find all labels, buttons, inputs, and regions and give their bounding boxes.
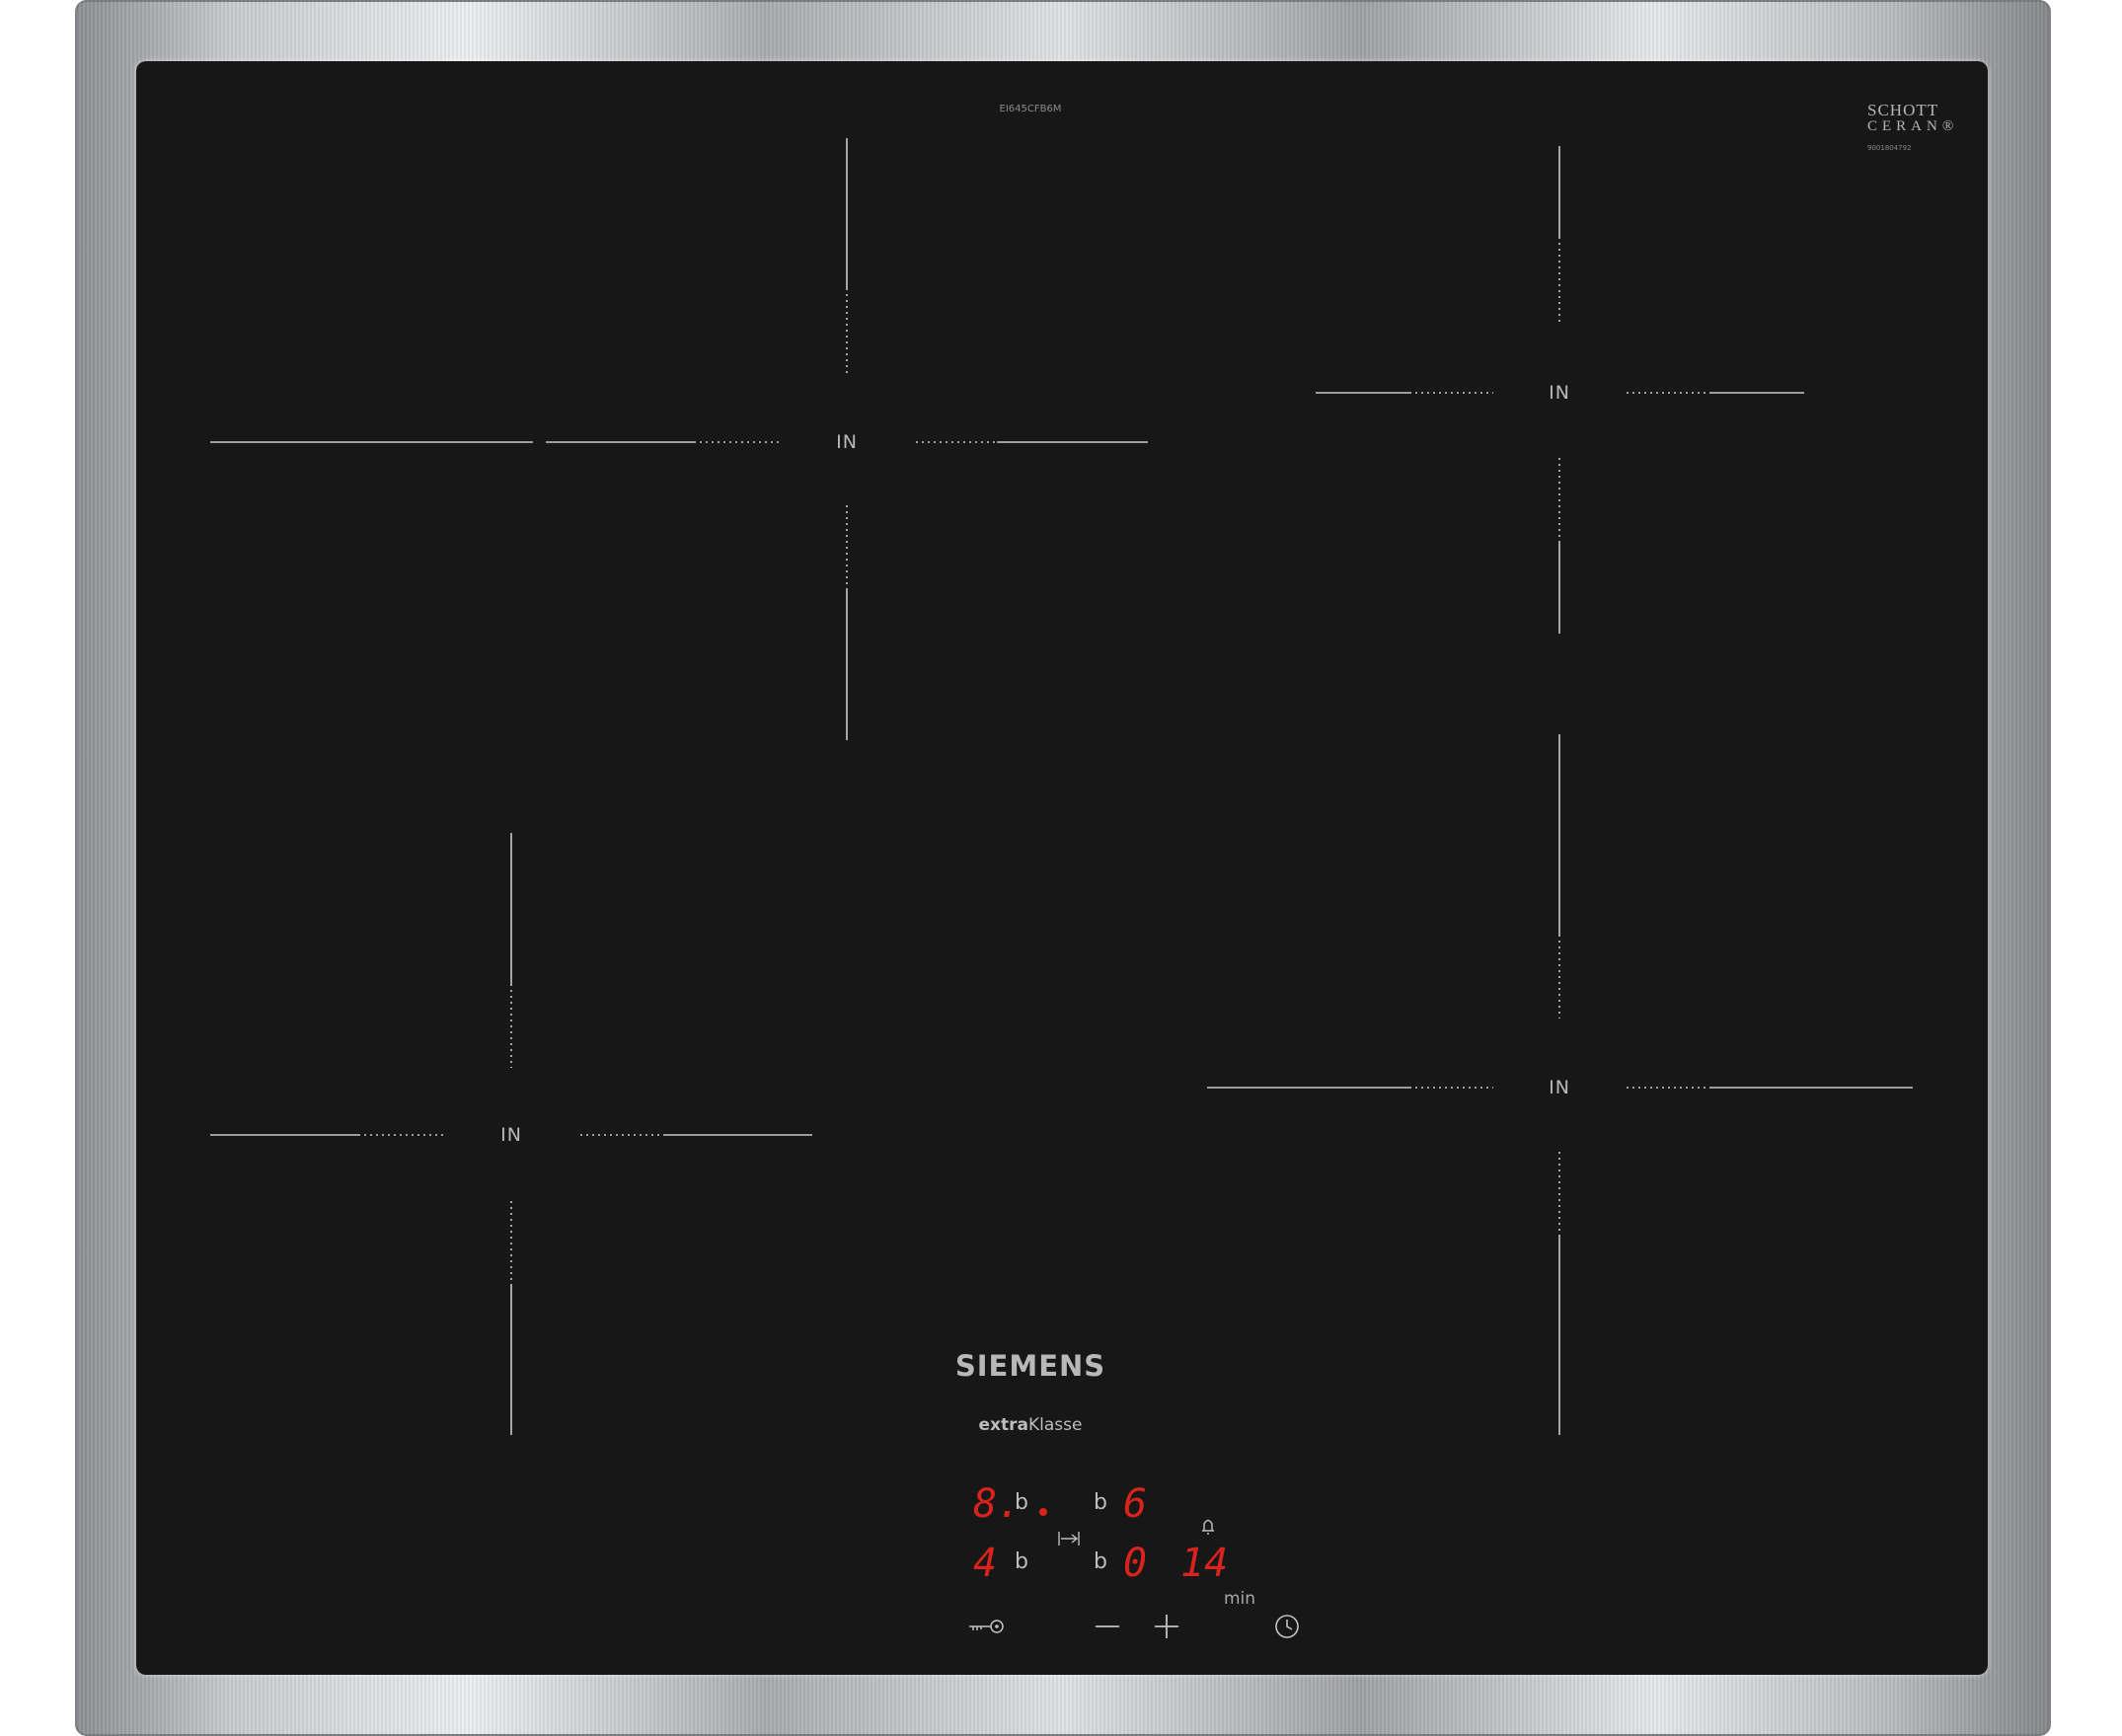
front-right-boost-indicator: b [1094,1549,1107,1574]
brand-logo: SIEMENS [954,1349,1106,1383]
plus-button[interactable] [1145,1609,1188,1644]
brand-sub-bold: extra [978,1415,1029,1435]
rear-right-boost-indicator: b [1094,1490,1107,1515]
schott-logo-line1: SCHOTT [1867,101,1939,119]
bell-icon [1194,1512,1222,1540]
rear-left-zone-label[interactable]: IN [836,431,858,453]
stainless-steel-frame: EI645CFB6M SCHOTT CERAN® 9001804792 IN I… [75,0,2051,1736]
front-right-zone-label[interactable]: IN [1549,1077,1570,1098]
rear-left-zone-marking [210,138,1148,740]
brand-sub-rest: Klasse [1028,1415,1083,1435]
schott-ceran-logo: SCHOTT CERAN® 9001804792 [1867,101,1959,156]
timer-clock-icon[interactable] [1265,1609,1309,1644]
timer-unit: min [1224,1589,1256,1609]
rear-left-boost-indicator: b [1015,1490,1028,1515]
schott-logo-line2: CERAN® [1867,118,1959,134]
front-left-power-level: 4 [973,1541,998,1586]
rear-left-power-level: 8. [973,1481,1022,1527]
minus-button[interactable] [1086,1609,1129,1644]
ceramic-glass-surface: EI645CFB6M SCHOTT CERAN® 9001804792 IN I… [136,61,1988,1675]
front-left-zone-label[interactable]: IN [500,1124,522,1146]
selected-zone-dot [1039,1508,1047,1516]
rear-right-zone-label[interactable]: IN [1549,382,1570,404]
model-number: EI645CFB6M [999,104,1062,114]
zone-select-arrow-icon[interactable] [1056,1526,1082,1551]
front-left-boost-indicator: b [1015,1549,1028,1574]
child-lock-key-icon[interactable] [965,1609,1009,1644]
brand-sub-label: extraKlasse [979,1415,1083,1435]
glass-code: 9001804792 [1867,144,1912,152]
timer-value: 14 [1180,1541,1229,1586]
rear-right-power-level: 6 [1123,1481,1148,1527]
front-right-power-level: 0 [1123,1541,1148,1586]
